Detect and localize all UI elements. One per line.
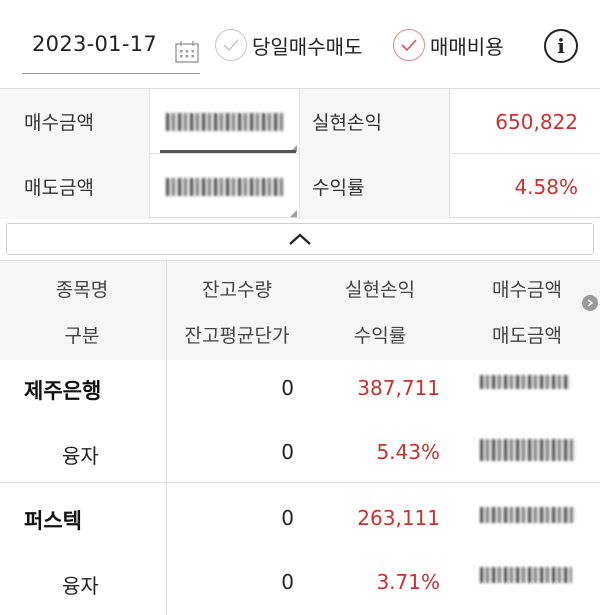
summary-row: 매도금액 수익률 4.58% — [0, 154, 600, 219]
masked-value — [480, 375, 570, 389]
summary-row: 매수금액 실현손익 650,822 — [0, 89, 600, 154]
same-day-label: 당일매수매도 — [252, 34, 363, 59]
header-avg-price: 잔고평균단가 — [184, 325, 290, 347]
return-rate: 3.71% — [376, 570, 440, 594]
buy-amount-value — [150, 89, 300, 154]
chevron-up-icon — [289, 233, 311, 245]
loan-type: 융자 — [62, 574, 99, 598]
calendar-icon[interactable] — [174, 39, 200, 65]
masked-value — [165, 112, 284, 131]
loan-type: 융자 — [62, 444, 99, 468]
buy-amount-label: 매수금액 — [0, 89, 150, 154]
info-icon[interactable]: i — [544, 29, 578, 63]
realized-pl-label: 실현손익 — [300, 89, 450, 154]
check-icon — [393, 29, 425, 61]
sell-amount-value — [150, 154, 300, 219]
filter-bar: 2023-01-17 당일매수매도 매매비용 i — [0, 0, 600, 88]
balance-qty: 0 — [281, 376, 294, 400]
header-realized-pl: 실현손익 — [345, 279, 415, 301]
check-icon — [215, 29, 247, 61]
scroll-right-icon[interactable] — [582, 295, 598, 311]
realized-pl-value: 650,822 — [495, 109, 578, 134]
header-balance-qty: 잔고수량 — [202, 279, 272, 301]
masked-value — [480, 567, 572, 583]
same-day-checkbox[interactable]: 당일매수매도 — [215, 28, 362, 62]
trade-cost-label: 매매비용 — [430, 34, 504, 59]
masked-value — [480, 439, 576, 461]
sell-amount-label: 매도금액 — [0, 154, 150, 219]
date-picker[interactable]: 2023-01-17 — [22, 22, 200, 74]
return-rate: 5.43% — [376, 440, 440, 464]
corner-marker — [290, 210, 297, 217]
header-sell-amount: 매도금액 — [492, 325, 562, 347]
value-underline — [160, 150, 296, 153]
header-type: 구분 — [64, 325, 100, 347]
header-buy-amount: 매수금액 — [492, 279, 562, 301]
row-divider — [0, 482, 600, 483]
stock-name: 제주은행 — [24, 379, 102, 403]
realized-pl: 263,111 — [357, 506, 440, 530]
summary-panel: 매수금액 실현손익 650,822 매도금액 수익률 4.58% — [0, 88, 600, 219]
avg-price: 0 — [281, 570, 294, 594]
collapse-button[interactable] — [6, 223, 594, 255]
realized-pl: 387,711 — [357, 376, 440, 400]
masked-value — [165, 177, 284, 196]
table-row[interactable]: 퍼스텍 0 263,111 융자 0 3.71% — [0, 483, 600, 613]
trade-cost-checkbox[interactable]: 매매비용 — [393, 28, 504, 62]
header-stock-name: 종목명 — [55, 279, 109, 301]
header-return: 수익률 — [353, 325, 407, 347]
return-value: 4.58% — [514, 174, 578, 199]
table-row[interactable]: 제주은행 0 387,711 융자 0 5.43% — [0, 353, 600, 483]
table-header: 종목명 잔고수량 실현손익 매수금액 구분 잔고평균단가 수익률 매도금액 — [0, 260, 600, 360]
balance-qty: 0 — [281, 506, 294, 530]
masked-value — [480, 507, 576, 523]
date-value: 2023-01-17 — [32, 32, 158, 56]
avg-price: 0 — [281, 440, 294, 464]
stock-name: 퍼스텍 — [24, 509, 82, 533]
return-label: 수익률 — [300, 154, 450, 219]
